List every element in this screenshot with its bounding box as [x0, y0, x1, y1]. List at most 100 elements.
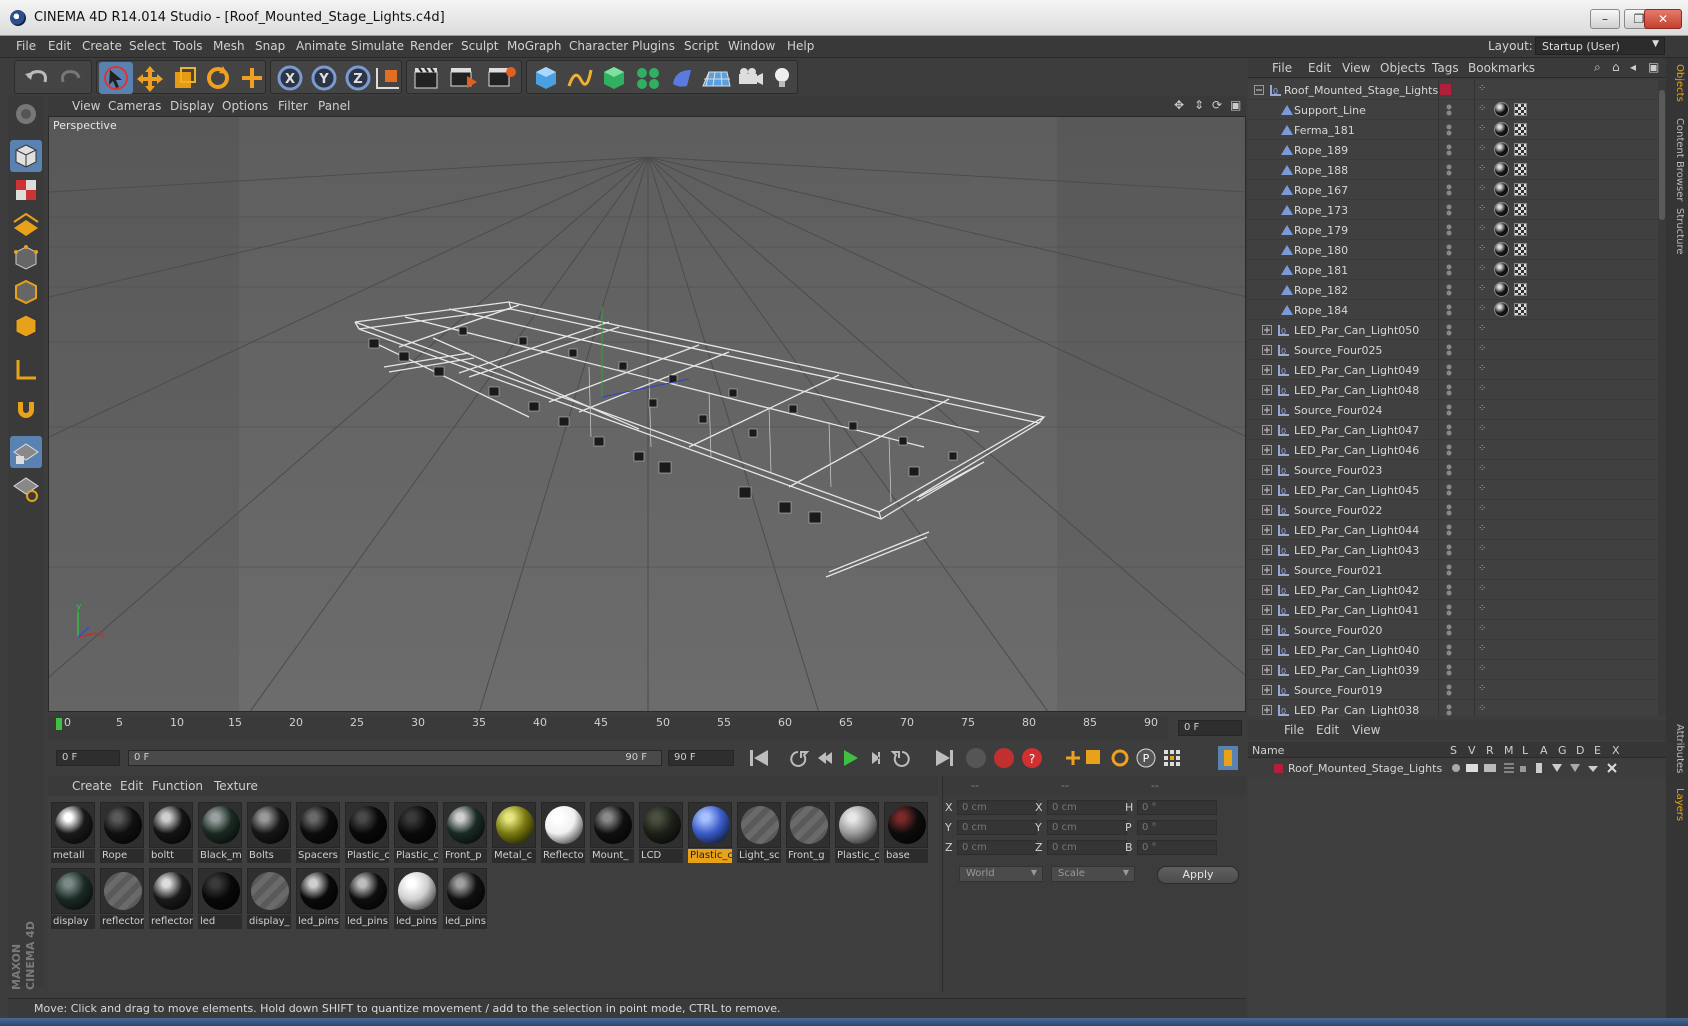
object-row[interactable]: 0 Source_Four022 ⁘	[1248, 500, 1658, 520]
visibility-dots-icon[interactable]	[1444, 303, 1454, 317]
visibility-dots-icon[interactable]	[1444, 403, 1454, 417]
viewport-menu-options[interactable]: Options	[222, 99, 268, 113]
object-row[interactable]: 0 Source_Four021 ⁘	[1248, 560, 1658, 580]
expand-icon[interactable]	[1262, 345, 1272, 355]
texture-tag-icon[interactable]	[1514, 163, 1527, 176]
live-select-button[interactable]	[99, 62, 133, 94]
cube-object-button[interactable]	[529, 62, 563, 94]
material-tag-icon[interactable]	[1494, 262, 1509, 277]
material-swatch[interactable]: Front_g	[785, 802, 831, 864]
material-tag-icon[interactable]	[1494, 302, 1509, 317]
visibility-dots-icon[interactable]	[1444, 183, 1454, 197]
visibility-dots-icon[interactable]	[1444, 563, 1454, 577]
material-menu-create[interactable]: Create	[72, 779, 112, 793]
visibility-dots-icon[interactable]	[1444, 423, 1454, 437]
expand-icon[interactable]	[1262, 645, 1272, 655]
material-swatch[interactable]: led_pins	[442, 868, 488, 930]
visibility-dots-icon[interactable]	[1444, 583, 1454, 597]
menu-simulate[interactable]: Simulate	[351, 39, 404, 53]
texture-tag-icon[interactable]	[1514, 223, 1527, 236]
viewport-menu-view[interactable]: View	[72, 99, 100, 113]
expand-icon[interactable]	[1262, 565, 1272, 575]
side-tab-structure[interactable]: Structure	[1669, 208, 1685, 255]
object-row-root[interactable]: 0 Roof_Mounted_Stage_Lights ⁘	[1248, 80, 1658, 100]
object-row[interactable]: 0 LED_Par_Can_Light040 ⁘	[1248, 640, 1658, 660]
visibility-dots-icon[interactable]	[1444, 643, 1454, 657]
render-picture-viewer-button[interactable]	[447, 62, 481, 94]
start-frame-field[interactable]: 0 F	[56, 750, 120, 766]
deformer-button[interactable]	[665, 62, 699, 94]
render-view-button[interactable]	[409, 62, 443, 94]
z-axis-button[interactable]: Z	[341, 62, 375, 94]
layer-name[interactable]: Roof_Mounted_Stage_Lights	[1288, 762, 1442, 775]
texture-tag-icon[interactable]	[1514, 183, 1527, 196]
side-tab-content-browser[interactable]: Content Browser	[1669, 118, 1685, 201]
side-tab-attributes[interactable]: Attributes	[1669, 724, 1685, 773]
visibility-dots-icon[interactable]	[1444, 363, 1454, 377]
material-swatch[interactable]: metall	[50, 802, 96, 864]
light-object-button[interactable]	[765, 62, 799, 94]
visibility-dots-icon[interactable]	[1444, 503, 1454, 517]
material-tag-icon[interactable]	[1494, 222, 1509, 237]
coordinate-value-field[interactable]: 0 cm	[957, 840, 1037, 855]
material-swatch[interactable]: reflector	[99, 868, 145, 930]
material-tag-icon[interactable]	[1494, 202, 1509, 217]
viewport-menu-panel[interactable]: Panel	[318, 99, 350, 113]
material-swatch[interactable]: Plastic_c	[834, 802, 880, 864]
frame-range-slider[interactable]: 0 F 90 F	[128, 750, 662, 766]
material-swatch[interactable]: LCD	[638, 802, 684, 864]
material-swatch[interactable]: Plastic_c	[393, 802, 439, 864]
object-row[interactable]: Rope_180 ⁘	[1248, 240, 1658, 260]
object-row[interactable]: 0 LED_Par_Can_Light048 ⁘	[1248, 380, 1658, 400]
workplane-lock-button[interactable]	[10, 436, 42, 468]
object-row[interactable]: 0 LED_Par_Can_Light041 ⁘	[1248, 600, 1658, 620]
expand-icon[interactable]	[1262, 425, 1272, 435]
close-button[interactable]: ✕	[1644, 9, 1682, 29]
points-mode-button[interactable]	[10, 242, 42, 274]
texture-tag-icon[interactable]	[1514, 283, 1527, 296]
material-menu-texture[interactable]: Texture	[214, 779, 258, 793]
coordinate-value-field[interactable]: 0 cm	[1047, 820, 1127, 835]
texture-tag-icon[interactable]	[1514, 123, 1527, 136]
coordinate-value-field[interactable]: 0 °	[1137, 840, 1217, 855]
material-tag-icon[interactable]	[1494, 122, 1509, 137]
menu-render[interactable]: Render	[410, 39, 453, 53]
layer-row[interactable]: Roof_Mounted_Stage_Lights	[1248, 759, 1666, 777]
visibility-dots-icon[interactable]	[1444, 103, 1454, 117]
end-frame-field[interactable]: 90 F	[668, 750, 734, 766]
expand-icon[interactable]	[1262, 685, 1272, 695]
object-row[interactable]: Ferma_181 ⁘	[1248, 120, 1658, 140]
visibility-dots-icon[interactable]	[1444, 483, 1454, 497]
expand-icon[interactable]	[1262, 545, 1272, 555]
object-row[interactable]: Rope_181 ⁘	[1248, 260, 1658, 280]
material-tag-icon[interactable]	[1494, 282, 1509, 297]
menu-edit[interactable]: Edit	[48, 39, 71, 53]
coordinate-system-button[interactable]	[371, 62, 405, 94]
expand-icon[interactable]	[1262, 325, 1272, 335]
texture-tag-icon[interactable]	[1514, 143, 1527, 156]
texture-tag-icon[interactable]	[1514, 243, 1527, 256]
visibility-dots-icon[interactable]	[1444, 203, 1454, 217]
floor-object-button[interactable]	[699, 62, 733, 94]
current-frame-field[interactable]: 0 F	[1178, 720, 1242, 736]
visibility-dots-icon[interactable]	[1444, 223, 1454, 237]
material-menu-function[interactable]: Function	[152, 779, 203, 793]
side-tab-layers[interactable]: Layers	[1669, 788, 1685, 821]
expand-icon[interactable]	[1262, 445, 1272, 455]
expand-icon[interactable]	[1262, 485, 1272, 495]
viewport-maximize-icon[interactable]: ▣	[1230, 98, 1241, 112]
visibility-dots-icon[interactable]	[1444, 263, 1454, 277]
menu-character[interactable]: Character	[569, 39, 628, 53]
expand-icon[interactable]	[1262, 365, 1272, 375]
edges-mode-button[interactable]	[10, 276, 42, 308]
om-menu-edit[interactable]: Edit	[1308, 61, 1331, 75]
menu-plugins[interactable]: Plugins	[632, 39, 675, 53]
om-menu-tags[interactable]: Tags	[1432, 61, 1459, 75]
object-row[interactable]: Rope_188 ⁘	[1248, 160, 1658, 180]
object-row[interactable]: 0 LED_Par_Can_Light044 ⁘	[1248, 520, 1658, 540]
move-tool-button[interactable]	[133, 62, 167, 94]
object-row[interactable]: 0 LED_Par_Can_Light039 ⁘	[1248, 660, 1658, 680]
object-row[interactable]: Support_Line ⁘	[1248, 100, 1658, 120]
material-swatch[interactable]: Plastic_c	[344, 802, 390, 864]
om-menu-file[interactable]: File	[1272, 61, 1292, 75]
